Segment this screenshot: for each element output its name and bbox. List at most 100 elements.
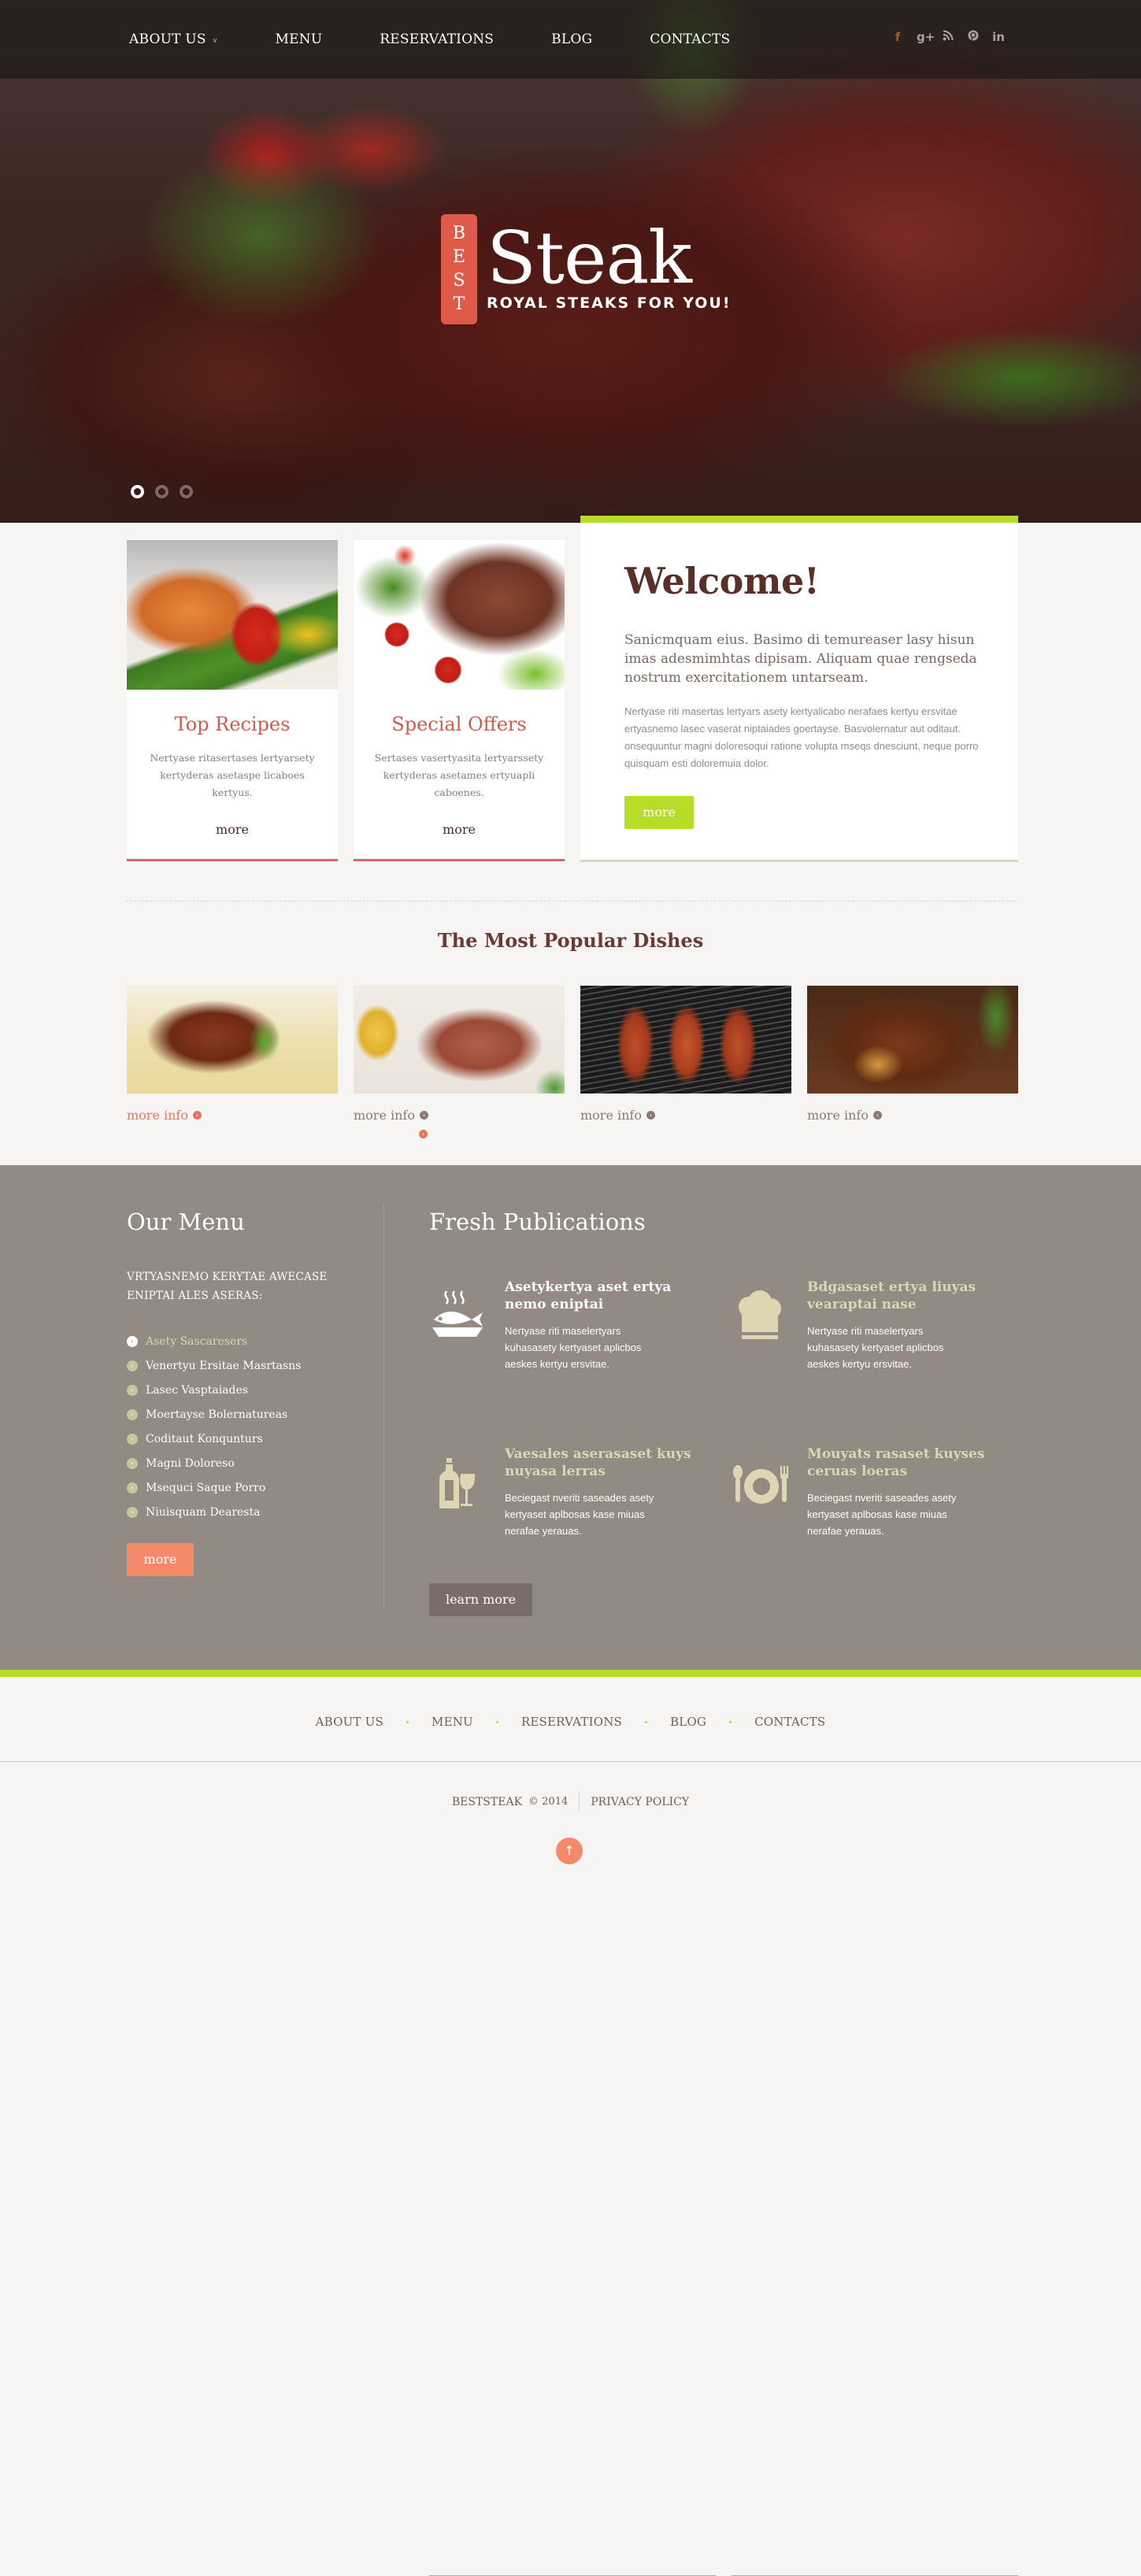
menu-list-item[interactable]: › Asety Sascaresers	[127, 1329, 301, 1353]
chevron-right-icon: ›	[127, 1360, 138, 1371]
slider-dot-1[interactable]	[131, 485, 144, 498]
footer-nav-blog[interactable]: BLOG	[670, 1715, 706, 1729]
welcome-more-button[interactable]: more	[624, 796, 694, 829]
menu-list-item[interactable]: › Coditaut Konqunturs	[127, 1427, 301, 1451]
slider-dot-3[interactable]	[180, 485, 193, 498]
chevron-right-icon: ›	[127, 1482, 138, 1493]
vertical-divider	[579, 1791, 580, 1812]
nav-separator	[406, 1720, 409, 1723]
menu-item-label: Magni Doloreso	[146, 1456, 235, 1470]
menu-list-item[interactable]: › Niuisquam Dearesta	[127, 1500, 301, 1524]
fish-dish-icon	[429, 1288, 489, 1343]
nav-about-us[interactable]: ABOUT US ∨	[129, 31, 217, 47]
site-logo[interactable]: B E S T Steak ROYAL STEAKS FOR YOU!	[441, 214, 732, 324]
our-menu-more-button[interactable]: more	[127, 1543, 194, 1576]
publication-title[interactable]: Vaesales aserasaset kuys nuyasa lerras	[505, 1445, 709, 1480]
our-menu-intro: VRTYASNEMO KERYTAE AWECASE ENIPTAI ALES …	[127, 1271, 328, 1302]
badge-letter: E	[452, 247, 466, 267]
link-label: more info	[127, 1108, 188, 1123]
footer-nav-contacts[interactable]: CONTACTS	[754, 1715, 825, 1729]
popular-dishes-title: The Most Popular Dishes	[437, 929, 704, 952]
menu-item-label: Asety Sascaresers	[146, 1334, 248, 1348]
nav-blog[interactable]: BLOG	[551, 31, 592, 47]
soft-shell-crab-image[interactable]	[354, 986, 565, 1094]
dish-item: more info ›	[807, 986, 1018, 1123]
nav-menu[interactable]: MENU	[275, 31, 322, 47]
roast-meat-rosemary-image[interactable]	[807, 986, 1018, 1094]
publication-title[interactable]: Mouyats rasaset kuyses ceruas loeras	[807, 1445, 1012, 1480]
social-links: f g+ in	[891, 30, 1005, 44]
menu-item-label: Moertayse Bolernatureas	[146, 1408, 288, 1421]
nav-reservations[interactable]: RESERVATIONS	[380, 31, 494, 47]
salmon-dish-image	[127, 540, 338, 690]
facebook-icon[interactable]: f	[891, 30, 904, 44]
menu-item-label: Msequci Saque Porro	[146, 1481, 266, 1494]
scroll-to-top-button[interactable]: ↑	[556, 1838, 583, 1864]
publication-text: Nertyase riti maselertyars kuhasasety ke…	[807, 1325, 944, 1370]
fresh-publications-title: Fresh Publications	[429, 1208, 646, 1235]
rss-icon[interactable]	[942, 30, 954, 44]
nav-contacts[interactable]: CONTACTS	[650, 31, 730, 47]
card-text: Sertases vasertyasita lertyarssety kerty…	[374, 752, 544, 798]
learn-more-button[interactable]: learn more	[429, 1583, 532, 1616]
welcome-lead: Sanicmquam eius. Basimo di temureaser la…	[624, 632, 977, 686]
hero-slider: ABOUT US ∨ MENU RESERVATIONS BLOG CONTAC…	[0, 0, 1141, 523]
chevron-right-icon: ›	[127, 1384, 138, 1396]
chevron-right-icon[interactable]: ›	[419, 1130, 428, 1138]
publication-title[interactable]: Asetykertya aset ertya nemo eniptai	[505, 1279, 709, 1313]
menu-list-item[interactable]: › Lasec Vasptaiades	[127, 1378, 301, 1402]
our-menu-list: › Asety Sascaresers › Venertyu Ersitae Mas…	[127, 1329, 301, 1524]
menu-item-label: Coditaut Konqunturs	[146, 1432, 263, 1445]
pinterest-icon[interactable]	[967, 30, 980, 44]
chevron-right-icon: ›	[127, 1408, 138, 1420]
chevron-right-icon: ›	[872, 1111, 882, 1120]
chevron-right-icon: ›	[192, 1111, 202, 1120]
more-info-link[interactable]: more info ›	[580, 1108, 791, 1123]
privacy-policy-link[interactable]: PRIVACY POLICY	[591, 1796, 689, 1808]
welcome-body: Nertyase riti masertas lertyars asety ke…	[624, 705, 979, 769]
footer-nav-about-us[interactable]: ABOUT US	[316, 1715, 383, 1729]
menu-list-item[interactable]: › Magni Doloreso	[127, 1451, 301, 1475]
arrow-up-icon: ↑	[564, 1843, 575, 1858]
top-navigation-bar: ABOUT US ∨ MENU RESERVATIONS BLOG CONTAC…	[0, 0, 1141, 79]
more-link[interactable]: more	[354, 822, 565, 837]
chevron-right-icon: ›	[419, 1111, 428, 1120]
chef-hat-icon	[732, 1288, 791, 1343]
more-link[interactable]: more	[127, 822, 338, 837]
more-info-link[interactable]: more info ›	[807, 1108, 1018, 1123]
nav-separator	[729, 1720, 732, 1723]
feature-card-top-recipes: Top Recipes Nertyase ritasertases lertya…	[127, 540, 338, 861]
menu-item-label: Niuisquam Dearesta	[146, 1505, 261, 1519]
card-title: Special Offers	[391, 713, 527, 735]
nav-label: MENU	[275, 31, 323, 47]
logo-badge: B E S T	[441, 214, 477, 324]
wine-icon	[429, 1455, 489, 1510]
publication-title[interactable]: Bdgasaset ertya liuyas vearaptai nase	[807, 1279, 1012, 1313]
more-info-link[interactable]: more info ›	[127, 1108, 338, 1123]
glazed-duck-image[interactable]	[127, 986, 338, 1094]
linkedin-icon[interactable]: in	[992, 30, 1005, 44]
menu-list-item[interactable]: › Msequci Saque Porro	[127, 1475, 301, 1500]
copyright-year: © 2014	[528, 1796, 569, 1808]
nav-label: CONTACTS	[650, 31, 731, 47]
footer-nav-reservations[interactable]: RESERVATIONS	[521, 1715, 622, 1729]
menu-list-item[interactable]: › Moertayse Bolernatureas	[127, 1402, 301, 1427]
slider-dot-2[interactable]	[155, 485, 169, 498]
footer-nav-menu[interactable]: MENU	[432, 1715, 473, 1729]
column-divider	[383, 1205, 384, 1609]
card-text: Nertyase ritasertases lertyarsety kertyd…	[150, 752, 315, 798]
our-menu-title: Our Menu	[127, 1208, 245, 1235]
nav-separator	[495, 1720, 498, 1723]
more-info-link[interactable]: more info ›	[354, 1108, 565, 1123]
menu-list-item[interactable]: › Venertyu Ersitae Masrtasns	[127, 1353, 301, 1378]
google-plus-icon[interactable]: g+	[917, 30, 935, 44]
dish-item: more info ›	[354, 986, 565, 1123]
chevron-right-icon: ›	[127, 1335, 138, 1347]
main-nav: ABOUT US ∨ MENU RESERVATIONS BLOG CONTAC…	[129, 31, 787, 47]
chevron-right-icon: ›	[127, 1457, 138, 1469]
grilled-sausages-image[interactable]	[580, 986, 791, 1094]
card-title: Top Recipes	[174, 713, 291, 735]
link-label: more info	[807, 1108, 869, 1123]
publication-text: Beciegast nveriti saseades asety kertyas…	[807, 1492, 957, 1537]
footer-brand: BESTSTEAK	[451, 1795, 523, 1808]
